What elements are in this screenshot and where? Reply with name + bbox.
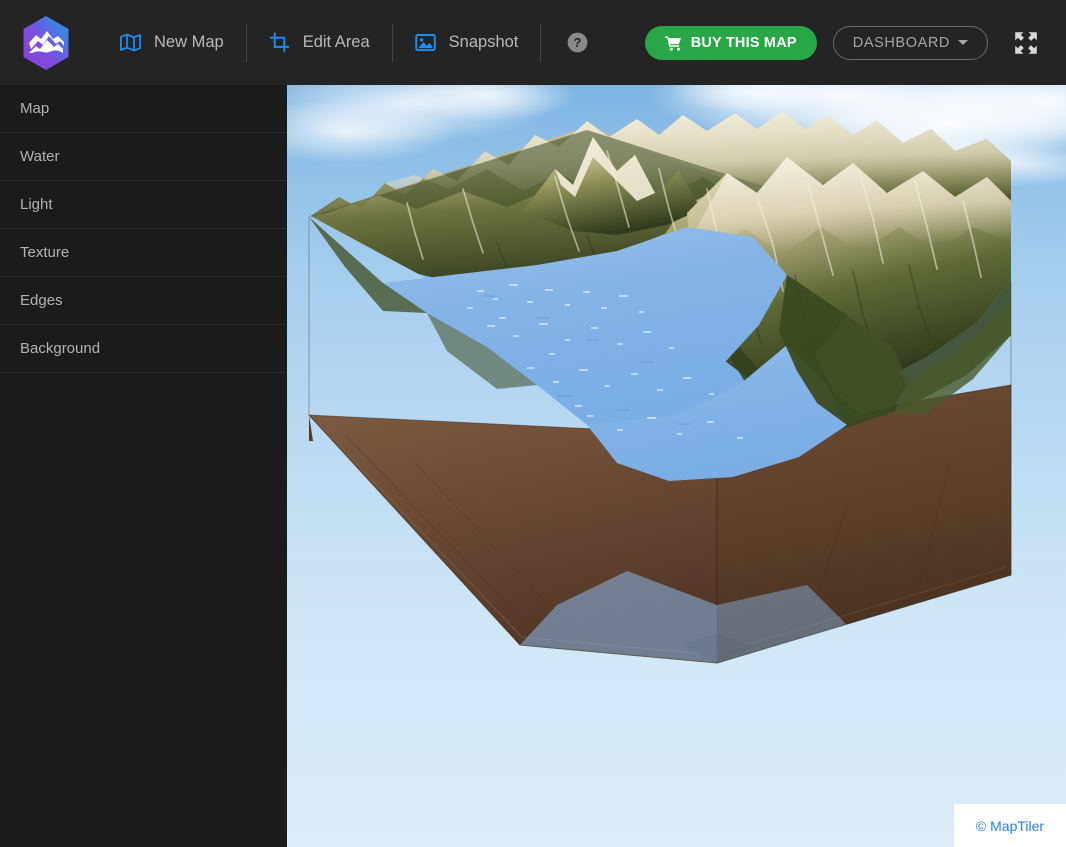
nav-label: New Map (154, 33, 224, 52)
maptiler-attribution-link[interactable]: © MapTiler (976, 818, 1044, 834)
svg-text:?: ? (573, 35, 581, 50)
chevron-down-icon (958, 40, 968, 45)
terrain-3d-scene[interactable] (287, 85, 1066, 847)
sidebar-item-label: Background (20, 340, 100, 357)
sidebar-item-background[interactable]: Background (0, 325, 287, 373)
expand-arrows-icon (1014, 31, 1038, 55)
dashboard-label: DASHBOARD (853, 35, 950, 51)
question-circle-icon: ? (566, 31, 589, 54)
header-nav: New Map Edit Area (98, 0, 613, 85)
help-button[interactable]: ? (541, 0, 613, 85)
sidebar-item-water[interactable]: Water (0, 133, 287, 181)
map-icon (120, 32, 141, 53)
app-logo[interactable] (18, 0, 74, 85)
nav-label: Snapshot (449, 33, 519, 52)
dashboard-button[interactable]: DASHBOARD (833, 26, 988, 60)
sidebar-item-label: Map (20, 100, 49, 117)
terrain-render (287, 85, 1066, 847)
sidebar-item-label: Water (20, 148, 59, 165)
sidebar-item-label: Texture (20, 244, 69, 261)
settings-sidebar: Map Water Light Texture Edges Background (0, 85, 287, 847)
shopping-cart-icon (665, 35, 682, 51)
buy-this-map-label: BUY THIS MAP (691, 35, 797, 51)
sidebar-item-map[interactable]: Map (0, 85, 287, 133)
map-attribution: © MapTiler (954, 804, 1066, 847)
nav-item-edit-area[interactable]: Edit Area (247, 0, 392, 85)
sidebar-item-light[interactable]: Light (0, 181, 287, 229)
buy-this-map-button[interactable]: BUY THIS MAP (645, 26, 817, 60)
maptiler-mountain-hexagon-logo-icon (22, 16, 70, 70)
terrain-block (309, 111, 1011, 663)
app-header: New Map Edit Area (0, 0, 1066, 85)
sidebar-item-label: Edges (20, 292, 63, 309)
fullscreen-button[interactable] (1004, 21, 1048, 65)
nav-label: Edit Area (303, 33, 370, 52)
crop-icon (269, 32, 290, 53)
map-viewport[interactable]: © MapTiler (287, 85, 1066, 847)
sidebar-item-edges[interactable]: Edges (0, 277, 287, 325)
sidebar-item-label: Light (20, 196, 53, 213)
nav-item-new-map[interactable]: New Map (98, 0, 246, 85)
app-root: New Map Edit Area (0, 0, 1066, 847)
header-actions: BUY THIS MAP DASHBOARD (645, 0, 1066, 85)
image-icon (415, 32, 436, 53)
nav-item-snapshot[interactable]: Snapshot (393, 0, 541, 85)
sidebar-item-texture[interactable]: Texture (0, 229, 287, 277)
